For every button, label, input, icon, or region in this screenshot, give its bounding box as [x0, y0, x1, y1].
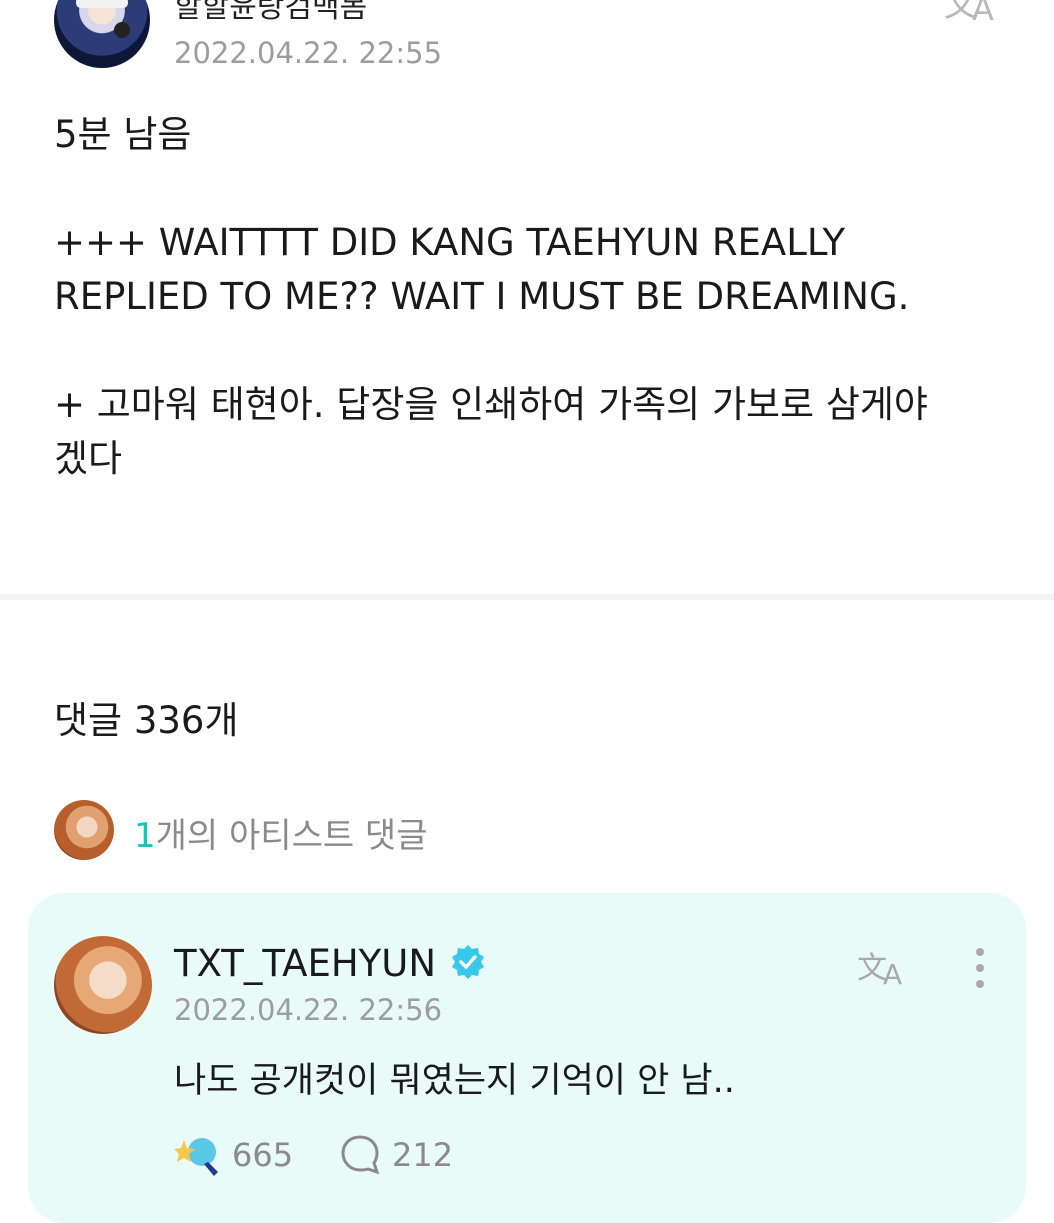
- cheer-lightstick-icon: [174, 1138, 218, 1176]
- commenter-avatar[interactable]: [54, 936, 152, 1034]
- like-count: 665: [232, 1136, 294, 1174]
- comment-text: 나도 공개컷이 뭐였는지 기억이 안 남..: [174, 1061, 735, 1101]
- artist-comment-label: 개의 아티스트 댓글: [155, 816, 428, 856]
- comment-translate-icon[interactable]: 文 A: [857, 944, 913, 988]
- svg-text:A: A: [972, 0, 994, 24]
- comment-count: 댓글 336개: [54, 699, 239, 742]
- artist-comment-count: 1: [134, 816, 156, 856]
- section-divider: [0, 594, 1054, 600]
- post-author-name[interactable]: 할할윤랑검백봄: [174, 0, 367, 26]
- translate-icon[interactable]: 文 A: [942, 0, 1004, 24]
- post-author-avatar[interactable]: [54, 0, 150, 68]
- more-options-icon[interactable]: [966, 946, 994, 994]
- reply-count: 212: [392, 1136, 454, 1174]
- svg-text:A: A: [883, 958, 902, 988]
- commenter-name[interactable]: TXT_TAEHYUN: [174, 942, 436, 985]
- artist-comment-summary-label: 1개의 아티스트 댓글: [134, 808, 428, 857]
- verified-badge-icon: [452, 945, 484, 979]
- comment-date: 2022.04.22. 22:56: [174, 993, 443, 1027]
- post-date: 2022.04.22. 22:55: [174, 36, 443, 70]
- artist-avatar-small: [54, 800, 114, 860]
- post-body: 5분 남음 +++ WAITTTT DID KANG TAEHYUN REALL…: [54, 113, 928, 480]
- speech-bubble-icon: [341, 1135, 380, 1175]
